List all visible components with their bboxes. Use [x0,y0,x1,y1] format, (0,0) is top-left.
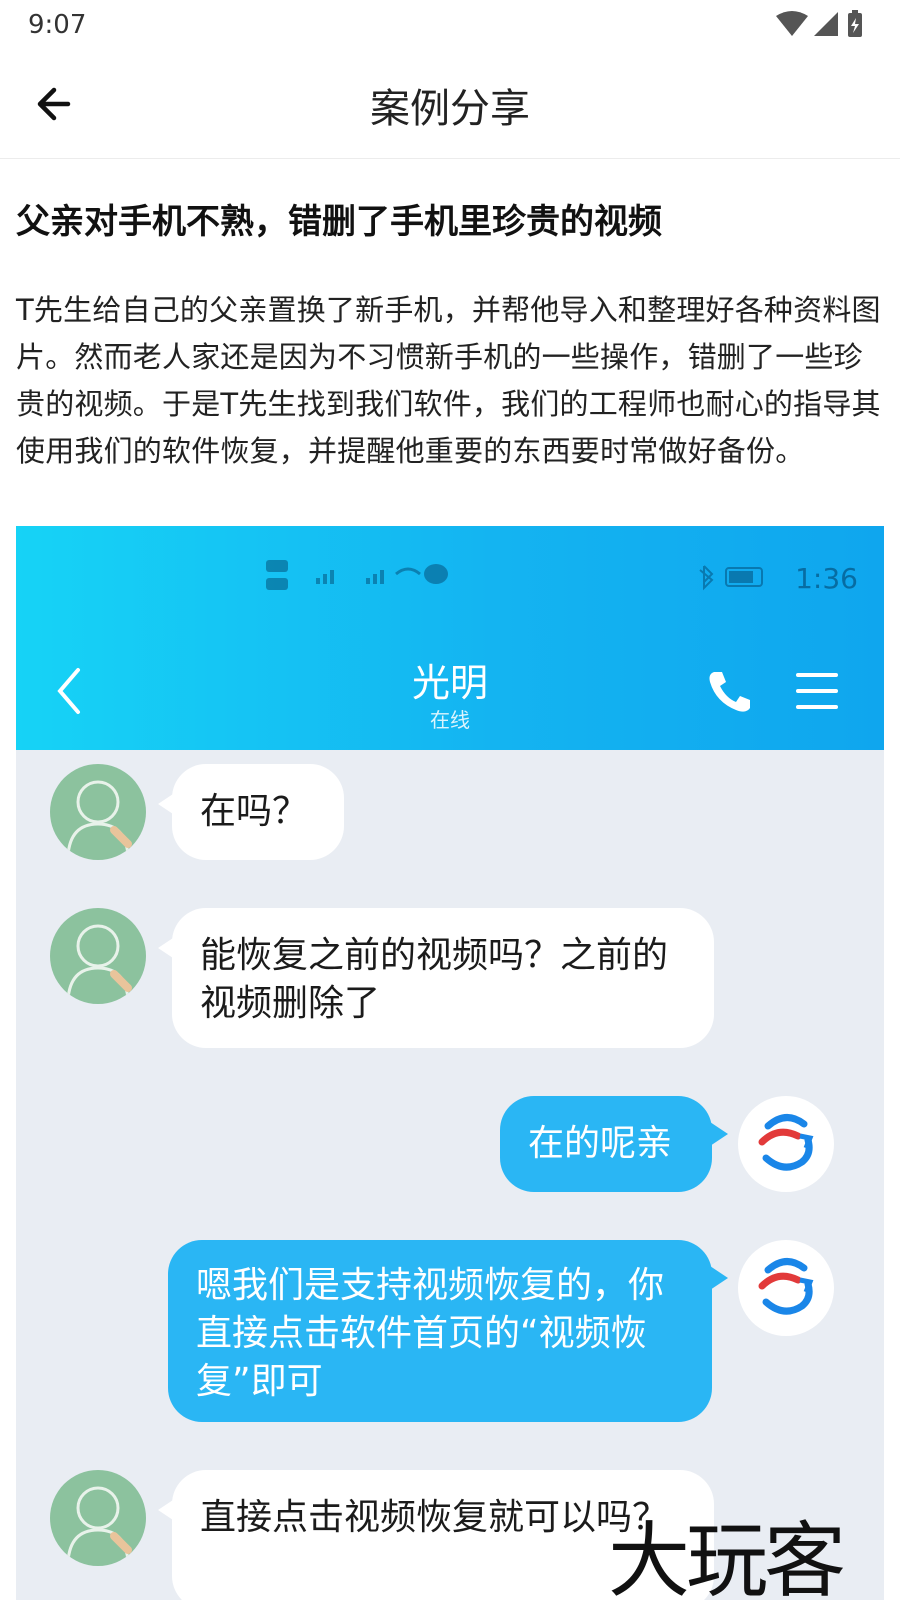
bubble-tail [710,1266,728,1290]
wifi-icon [776,11,808,36]
message-bubble-in: 在吗？ [172,764,344,860]
service-avatar [738,1240,834,1336]
contact-status: 在线 [430,708,470,732]
contact-name: 光明 [411,661,488,705]
chat-header: 1:36 光明 在线 [16,526,884,750]
service-avatar [738,1096,834,1192]
phone-icon[interactable] [706,668,752,714]
contact-avatar [50,908,146,1004]
avatar-icon [66,924,132,1001]
bubble-tail [710,1122,728,1146]
article-body: T先生给自己的父亲置换了新手机，并帮他导入和整理好各种资料图片。然而老人家还是因… [16,293,881,468]
message-bubble-out: 嗯我们是支持视频恢复的，你直接点击软件首页的“视频恢复”即可 [168,1240,712,1422]
avatar-icon [66,1486,132,1563]
chat-screenshot-image: 1:36 光明 在线 在吗？ 能恢复之前的视频吗？之前的视频删除了 在的呢亲 嗯… [16,526,884,1600]
status-icons [774,10,874,40]
status-bar: 9:07 [0,0,900,50]
chat-status-time: 1:36 [795,562,858,595]
chat-status-icons [266,560,448,590]
contact-avatar [50,1470,146,1566]
contact-avatar [50,764,146,860]
battery-icon [848,10,862,37]
page-title: 案例分享 [370,86,530,132]
chat-battery-icon [699,565,763,591]
message-bubble-out: 在的呢亲 [500,1096,712,1192]
avatar-icon [66,780,132,857]
menu-icon[interactable] [794,670,840,712]
signal-icon [814,12,838,36]
app-bar: 案例分享 [0,50,900,159]
message-bubble-in: 能恢复之前的视频吗？之前的视频删除了 [172,908,714,1048]
app-logo-icon [758,1258,814,1315]
article-title: 父亲对手机不熟，错删了手机里珍贵的视频 [16,202,662,242]
app-logo-icon [758,1114,814,1171]
status-time: 9:07 [28,10,87,40]
chat-status-bar: 1:36 [16,560,884,602]
watermark-logo: 大玩客 [608,1514,846,1609]
